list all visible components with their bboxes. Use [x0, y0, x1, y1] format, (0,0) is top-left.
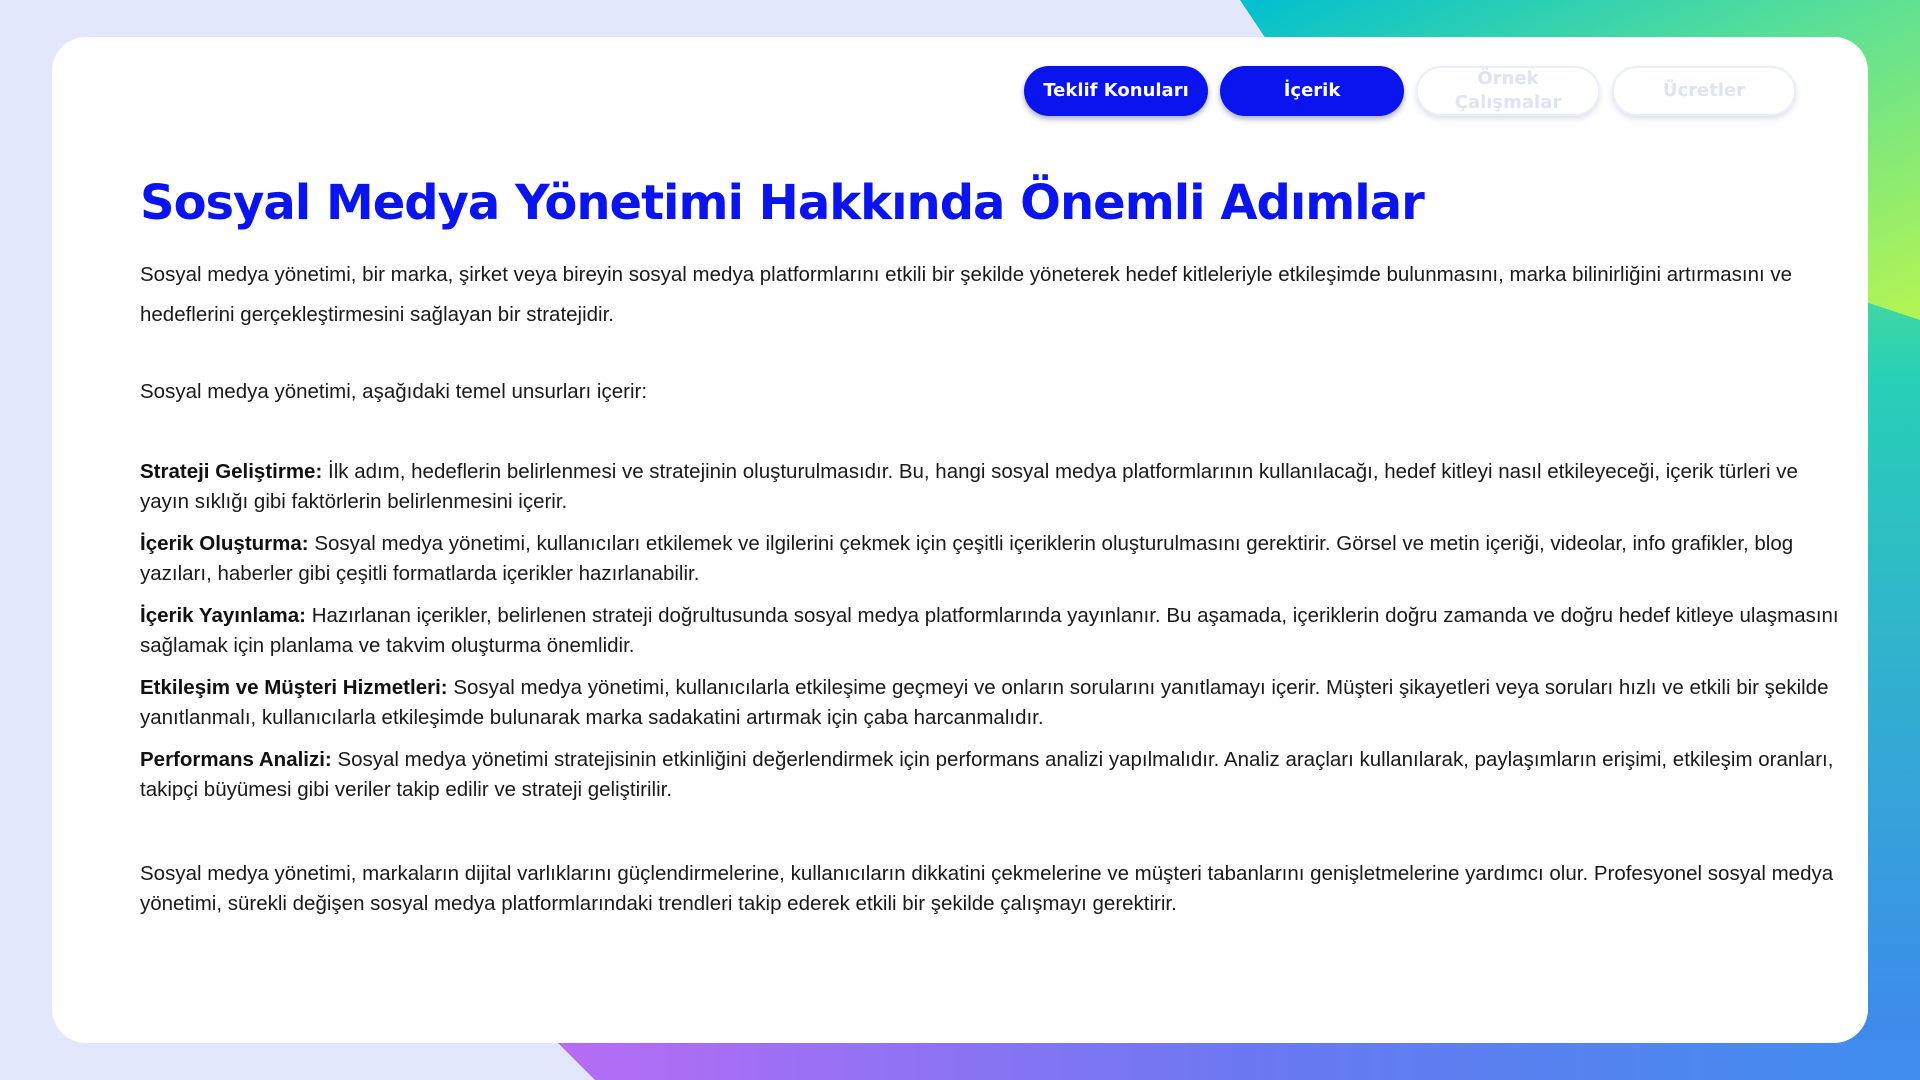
- nav-button-ornek-calismalar[interactable]: Örnek Çalışmalar: [1416, 66, 1600, 116]
- item-term: İçerik Yayınlama:: [140, 604, 307, 627]
- nav-button-label: Teklif Konuları: [1043, 80, 1189, 101]
- nav-button-icerik[interactable]: İçerik: [1220, 66, 1404, 116]
- list-item: Strateji Geliştirme: İlk adım, hedefleri…: [140, 457, 1840, 517]
- item-term: Performans Analizi:: [140, 748, 332, 771]
- nav-button-label: Örnek Çalışmalar: [1454, 68, 1562, 113]
- nav-button-teklif-konulari[interactable]: Teklif Konuları: [1024, 66, 1208, 116]
- closing-paragraph: Sosyal medya yönetimi, markaların dijita…: [140, 862, 1834, 915]
- list-item: Etkileşim ve Müşteri Hizmetleri: Sosyal …: [140, 673, 1840, 733]
- item-term: Etkileşim ve Müşteri Hizmetleri:: [140, 676, 448, 699]
- nav-button-ucretler[interactable]: Ücretler: [1612, 66, 1796, 116]
- nav-button-label: Ücretler: [1662, 80, 1746, 101]
- page-content: Sosyal medya yönetimi, bir marka, şirket…: [140, 255, 1840, 919]
- intro-paragraph: Sosyal medya yönetimi, bir marka, şirket…: [140, 263, 1793, 326]
- content-card: Teklif Konuları İçerik Örnek Çalışmalar …: [52, 37, 1868, 1043]
- list-item: İçerik Yayınlama: Hazırlanan içerikler, …: [140, 601, 1840, 661]
- item-text: Sosyal medya yönetimi stratejisinin etki…: [140, 748, 1834, 801]
- list-item: İçerik Oluşturma: Sosyal medya yönetimi,…: [140, 529, 1840, 589]
- item-text: Sosyal medya yönetimi, kullanıcıları etk…: [140, 532, 1794, 585]
- list-item: Performans Analizi: Sosyal medya yönetim…: [140, 745, 1840, 805]
- lead-paragraph: Sosyal medya yönetimi, aşağıdaki temel u…: [140, 380, 648, 403]
- item-text: Hazırlanan içerikler, belirlenen stratej…: [140, 604, 1839, 657]
- top-navigation: Teklif Konuları İçerik Örnek Çalışmalar …: [1024, 66, 1796, 116]
- nav-button-label: İçerik: [1283, 80, 1341, 101]
- page-title: Sosyal Medya Yönetimi Hakkında Önemli Ad…: [140, 175, 1425, 231]
- item-term: İçerik Oluşturma:: [140, 532, 309, 555]
- item-term: Strateji Geliştirme:: [140, 460, 323, 483]
- item-text: İlk adım, hedeflerin belirlenmesi ve str…: [140, 460, 1798, 513]
